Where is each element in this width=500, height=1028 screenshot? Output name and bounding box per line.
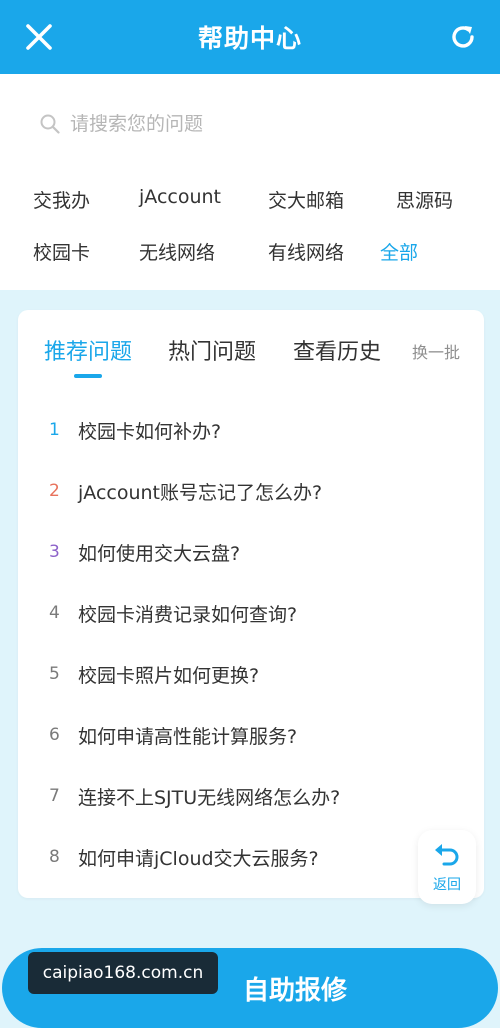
question-item[interactable]: 2 jAccount账号忘记了怎么办? xyxy=(18,471,484,511)
tab-history[interactable]: 查看历史 xyxy=(293,334,381,366)
back-button[interactable]: 返回 xyxy=(418,830,476,904)
question-number: 2 xyxy=(49,481,60,501)
back-button-label: 返回 xyxy=(433,877,461,893)
question-text: 校园卡消费记录如何查询? xyxy=(78,603,298,626)
question-text: 如何申请jCloud交大云服务? xyxy=(78,847,319,870)
tab-active-indicator xyxy=(74,374,102,378)
question-text: 校园卡照片如何更换? xyxy=(78,664,260,687)
question-item[interactable]: 3 如何使用交大云盘? xyxy=(18,532,484,572)
watermark: caipiao168.com.cn xyxy=(28,952,218,994)
question-number: 1 xyxy=(49,420,60,440)
refresh-batch-button[interactable]: 换一批 xyxy=(412,339,460,363)
refresh-icon xyxy=(452,26,474,48)
question-item[interactable]: 8 如何申请jCloud交大云服务? xyxy=(18,837,484,877)
question-number: 6 xyxy=(49,725,60,745)
question-item[interactable]: 4 校园卡消费记录如何查询? xyxy=(18,593,484,633)
close-icon xyxy=(26,24,52,50)
question-number: 3 xyxy=(49,542,60,562)
quick-link-wired[interactable]: 有线网络 xyxy=(268,238,344,265)
back-arrow-icon xyxy=(435,844,459,866)
header-bar: 帮助中心 xyxy=(0,0,500,74)
question-text: 如何使用交大云盘? xyxy=(78,542,241,565)
question-text: 校园卡如何补办? xyxy=(78,420,222,443)
question-number: 4 xyxy=(49,603,60,623)
watermark-text: caipiao168.com.cn xyxy=(42,963,204,983)
question-text: jAccount账号忘记了怎么办? xyxy=(78,481,323,504)
question-number: 5 xyxy=(49,664,60,684)
quick-link-jiaowoban[interactable]: 交我办 xyxy=(33,186,90,213)
close-button[interactable] xyxy=(20,18,58,56)
questions-card: 推荐问题 热门问题 查看历史 换一批 1 校园卡如何补办? 2 jAccount账号忘… xyxy=(18,310,484,898)
question-text: 如何申请高性能计算服务? xyxy=(78,725,298,748)
question-text: 连接不上SJTU无线网络怎么办? xyxy=(78,786,341,809)
quick-link-jaccount[interactable]: jAccount xyxy=(139,186,221,208)
question-item[interactable]: 7 连接不上SJTU无线网络怎么办? xyxy=(18,776,484,816)
question-number: 7 xyxy=(49,786,60,806)
quick-link-campus-card[interactable]: 校园卡 xyxy=(33,238,90,265)
tab-recommended[interactable]: 推荐问题 xyxy=(44,334,132,366)
page-title: 帮助中心 xyxy=(197,24,302,53)
quick-link-all[interactable]: 全部 xyxy=(380,238,418,265)
self-repair-label: 自助报修 xyxy=(242,975,347,1006)
question-item[interactable]: 6 如何申请高性能计算服务? xyxy=(18,715,484,755)
question-item[interactable]: 1 校园卡如何补办? xyxy=(18,410,484,450)
quick-link-email[interactable]: 交大邮箱 xyxy=(268,186,344,213)
tab-bar: 推荐问题 热门问题 查看历史 换一批 xyxy=(18,310,484,380)
tab-popular[interactable]: 热门问题 xyxy=(168,334,256,366)
search-input[interactable] xyxy=(68,112,452,136)
top-panel: 交我办 jAccount 交大邮箱 思源码 校园卡 无线网络 有线网络 全部 xyxy=(0,74,500,290)
quick-link-siyuan-code[interactable]: 思源码 xyxy=(396,186,453,213)
refresh-button[interactable] xyxy=(444,18,482,56)
quick-link-wireless[interactable]: 无线网络 xyxy=(139,238,215,265)
search-icon xyxy=(38,112,62,136)
question-number: 8 xyxy=(49,847,60,867)
question-item[interactable]: 5 校园卡照片如何更换? xyxy=(18,654,484,694)
search-box[interactable] xyxy=(24,104,476,144)
